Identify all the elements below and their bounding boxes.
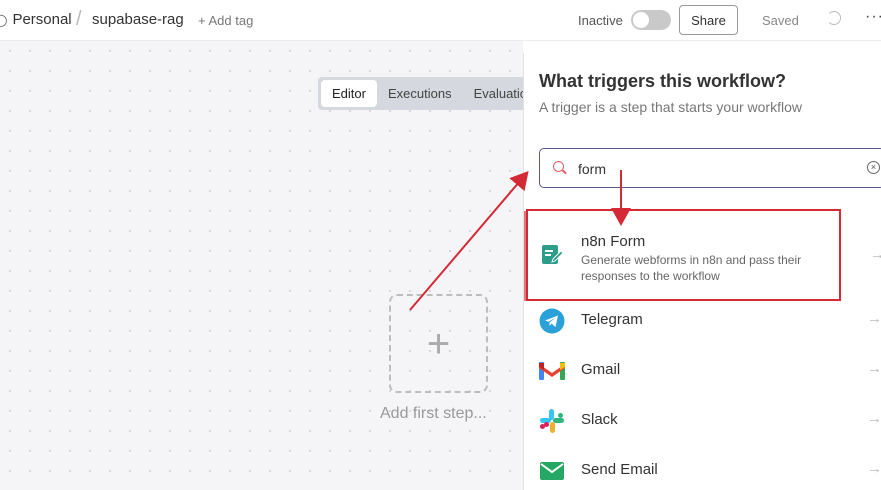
- arrow-right-icon: →: [867, 460, 881, 477]
- top-header: ◯ Personal / supabase-rag + Add tag Inac…: [0, 0, 881, 41]
- active-status-label: Inactive: [578, 13, 623, 28]
- breadcrumb-personal[interactable]: ◯ Personal: [0, 11, 72, 28]
- breadcrumb-separator: /: [76, 8, 82, 30]
- trigger-item-name: Send Email: [581, 461, 658, 478]
- toggle-knob: [633, 12, 649, 28]
- trigger-item-gmail[interactable]: Gmail →: [524, 346, 881, 396]
- trigger-item-name: Slack: [581, 411, 618, 428]
- search-input[interactable]: [578, 158, 848, 180]
- arrow-right-icon: →: [870, 246, 881, 263]
- add-first-step-button[interactable]: +: [389, 294, 488, 393]
- arrow-right-icon: →: [867, 360, 881, 377]
- user-icon: ◯: [0, 12, 8, 27]
- clear-search-icon[interactable]: ×: [867, 161, 880, 174]
- trigger-search[interactable]: ×: [539, 148, 881, 188]
- more-options-icon[interactable]: ···: [865, 8, 881, 26]
- send-email-icon: [539, 458, 565, 484]
- arrow-right-icon: →: [867, 310, 881, 327]
- annotation-highlight-box: [526, 209, 841, 301]
- add-tag-button[interactable]: + Add tag: [198, 13, 253, 28]
- active-toggle[interactable]: [631, 10, 671, 30]
- workflow-name[interactable]: supabase-rag: [92, 11, 184, 28]
- saved-status: Saved: [762, 13, 799, 28]
- slack-icon: [539, 408, 565, 434]
- history-icon[interactable]: [827, 11, 841, 25]
- trigger-item-name: Gmail: [581, 361, 621, 378]
- panel-subtitle: A trigger is a step that starts your wor…: [539, 99, 802, 115]
- telegram-icon: [539, 308, 565, 334]
- breadcrumb-personal-label: Personal: [12, 11, 72, 28]
- add-first-step-label: Add first step...: [380, 405, 487, 422]
- search-icon: [553, 161, 564, 172]
- trigger-item-name: Telegram: [581, 311, 643, 328]
- tab-editor[interactable]: Editor: [321, 80, 377, 107]
- share-button[interactable]: Share: [679, 5, 738, 35]
- trigger-item-send-email[interactable]: Send Email →: [524, 446, 881, 490]
- gmail-icon: [539, 358, 565, 384]
- tab-executions[interactable]: Executions: [377, 80, 463, 107]
- trigger-item-slack[interactable]: Slack →: [524, 396, 881, 446]
- trigger-item-telegram[interactable]: Telegram →: [524, 296, 881, 346]
- panel-title: What triggers this workflow?: [539, 71, 787, 91]
- arrow-right-icon: →: [867, 410, 881, 427]
- plus-icon: +: [426, 321, 451, 366]
